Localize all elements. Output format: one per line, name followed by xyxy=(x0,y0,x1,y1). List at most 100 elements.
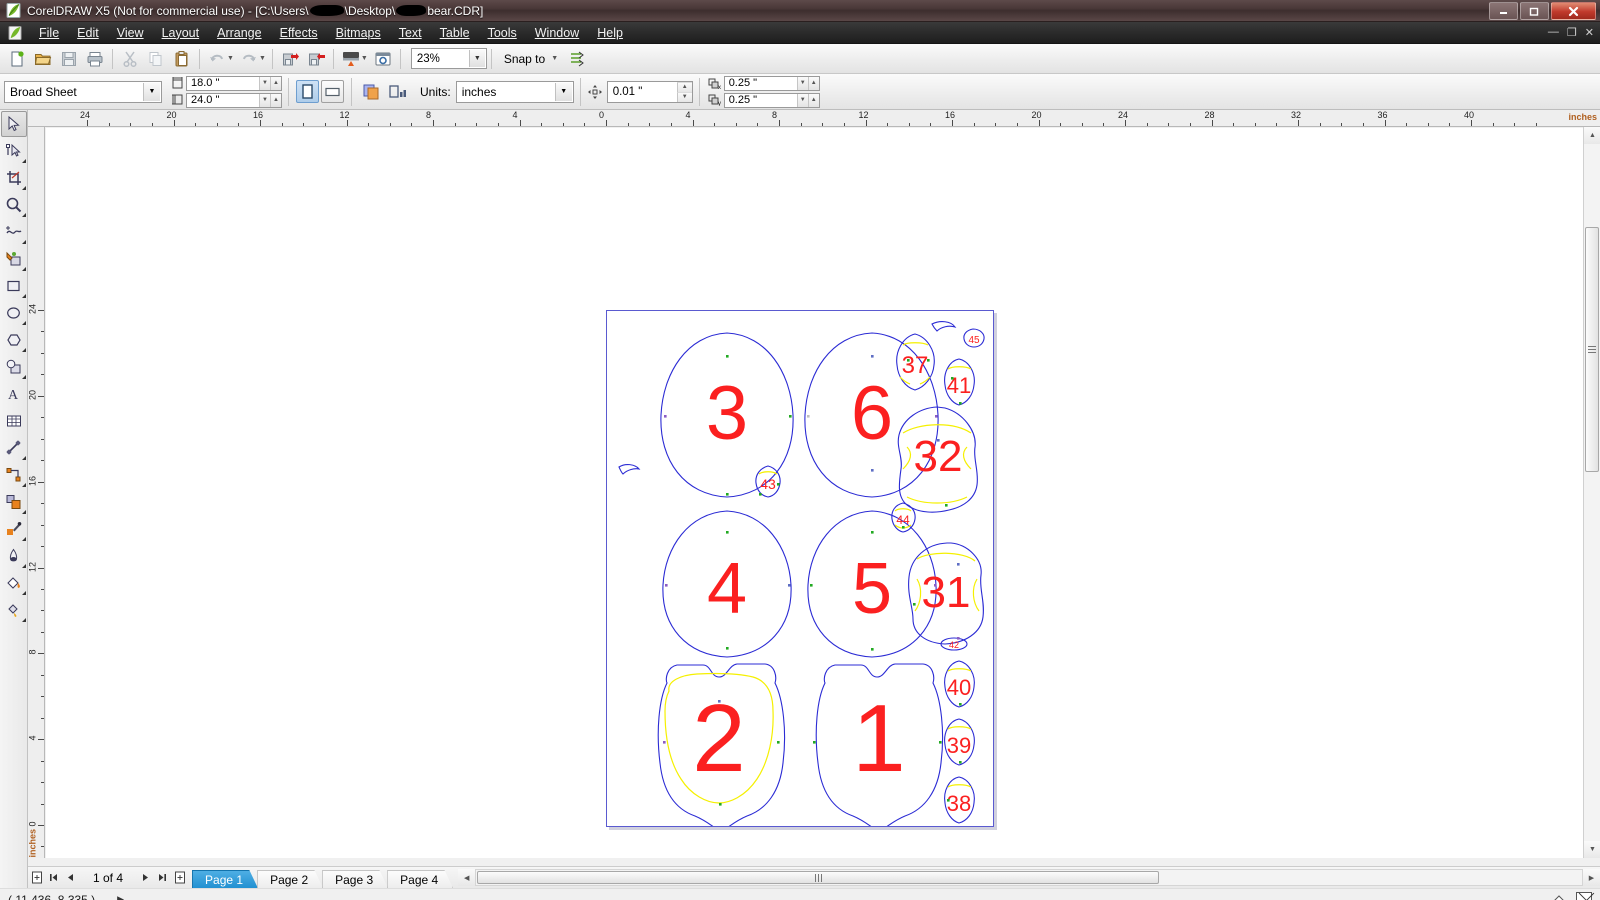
page-height-field[interactable]: 24.0 " ▼ ▲ xyxy=(186,92,282,108)
duplicate-y-spinner[interactable]: ▼ ▲ xyxy=(796,93,819,107)
scroll-down-button[interactable]: ▼ xyxy=(1584,841,1600,858)
snap-to-button[interactable]: Snap to ▼ xyxy=(500,52,564,66)
page-tab-1[interactable]: Page 1 xyxy=(192,870,258,889)
horizontal-ruler[interactable]: 24 20 16 12 8 4 0 4 8 12 16 20 24 28 32 36 40 inches xyxy=(28,110,1600,127)
zoom-tool[interactable] xyxy=(1,192,27,218)
nudge-offset-field[interactable]: 0.01 " ▲ ▼ xyxy=(606,80,693,103)
options-icon[interactable] xyxy=(565,47,589,71)
page-tab-2[interactable]: Page 2 xyxy=(257,870,323,889)
scroll-up-button[interactable]: ▲ xyxy=(1584,127,1600,144)
interactive-fill-flyout-arrow[interactable] xyxy=(22,618,26,622)
portrait-orientation-button[interactable] xyxy=(296,80,319,103)
outline-tool[interactable] xyxy=(1,543,27,569)
publish-dropdown-icon[interactable]: ▼ xyxy=(361,55,368,62)
minimize-button[interactable] xyxy=(1489,2,1518,20)
dimension-flyout-arrow[interactable] xyxy=(22,456,26,460)
zoom-dropdown-icon[interactable]: ▼ xyxy=(468,50,485,67)
restore-button[interactable] xyxy=(1520,2,1549,20)
menu-help[interactable]: Help xyxy=(588,23,632,43)
shape-tool[interactable] xyxy=(1,138,27,164)
vertical-scrollbar[interactable]: ▲ ▼ xyxy=(1583,127,1600,858)
rectangle-tool[interactable] xyxy=(1,273,27,299)
all-pages-button[interactable] xyxy=(359,80,383,104)
zoom-level-combo[interactable]: 23% ▼ xyxy=(410,48,487,69)
redo-dropdown-icon[interactable]: ▼ xyxy=(259,55,266,62)
connector-tool[interactable] xyxy=(1,462,27,488)
document-icon[interactable] xyxy=(6,25,24,41)
text-tool[interactable]: A xyxy=(1,381,27,407)
horizontal-scrollbar[interactable] xyxy=(475,869,1583,886)
menu-edit[interactable]: Edit xyxy=(68,23,108,43)
next-page-button[interactable] xyxy=(137,869,154,887)
polygon-tool[interactable] xyxy=(1,327,27,353)
open-document-icon[interactable] xyxy=(31,47,55,71)
freehand-flyout-arrow[interactable] xyxy=(22,240,26,244)
new-document-icon[interactable] xyxy=(5,47,29,71)
smart-fill-tool[interactable] xyxy=(1,246,27,272)
menu-layout[interactable]: Layout xyxy=(153,23,209,43)
units-dropdown-icon[interactable]: ▼ xyxy=(554,82,572,101)
application-launcher-icon[interactable] xyxy=(371,47,395,71)
crop-tool[interactable] xyxy=(1,165,27,191)
status-expand-arrow[interactable]: ▶ xyxy=(95,894,124,900)
cut-icon[interactable] xyxy=(118,47,142,71)
import-icon[interactable] xyxy=(278,47,302,71)
vertical-scroll-thumb[interactable] xyxy=(1585,227,1599,472)
paper-type-dropdown-icon[interactable]: ▼ xyxy=(143,82,160,101)
document-page[interactable]: 3 6 4 5 2 1 37 41 32 31 43 44 45 42 40 3… xyxy=(606,310,994,827)
scroll-right-button[interactable]: ▶ xyxy=(1583,869,1600,886)
export-icon[interactable] xyxy=(304,47,328,71)
freehand-tool[interactable] xyxy=(1,219,27,245)
interactive-fill-tool[interactable] xyxy=(1,597,27,623)
drawing-canvas[interactable]: 3 6 4 5 2 1 37 41 32 31 43 44 45 42 40 3… xyxy=(46,128,1583,858)
blend-flyout-arrow[interactable] xyxy=(22,510,26,514)
save-document-icon[interactable] xyxy=(57,47,81,71)
mdi-restore-button[interactable]: ❐ xyxy=(1567,26,1577,39)
dimension-tool[interactable] xyxy=(1,435,27,461)
undo-icon[interactable] xyxy=(205,47,229,71)
page-tab-4[interactable]: Page 4 xyxy=(387,870,453,889)
first-page-button[interactable] xyxy=(45,869,62,887)
last-page-button[interactable] xyxy=(154,869,171,887)
close-button[interactable] xyxy=(1551,2,1596,20)
connector-flyout-arrow[interactable] xyxy=(22,483,26,487)
scroll-left-button[interactable]: ◀ xyxy=(458,869,476,886)
duplicate-y-field[interactable]: 0.25 " ▼ ▲ xyxy=(723,92,820,108)
ellipse-flyout-arrow[interactable] xyxy=(22,321,26,325)
polygon-flyout-arrow[interactable] xyxy=(22,348,26,352)
shape-flyout-arrow[interactable] xyxy=(22,159,26,163)
page-height-spinner[interactable]: ▼ ▲ xyxy=(259,93,281,107)
smart-fill-flyout-arrow[interactable] xyxy=(22,267,26,271)
current-page-button[interactable] xyxy=(385,80,409,104)
basic-shapes-flyout-arrow[interactable] xyxy=(22,375,26,379)
menu-file[interactable]: File xyxy=(30,23,68,43)
mdi-close-button[interactable]: ✕ xyxy=(1585,26,1594,39)
crop-flyout-arrow[interactable] xyxy=(22,186,26,190)
table-tool[interactable] xyxy=(1,408,27,434)
horizontal-scroll-thumb[interactable] xyxy=(477,871,1160,884)
menu-table[interactable]: Table xyxy=(431,23,479,43)
landscape-orientation-button[interactable] xyxy=(321,80,344,103)
fill-color-swatch[interactable] xyxy=(1576,891,1592,900)
ellipse-tool[interactable] xyxy=(1,300,27,326)
zoom-flyout-arrow[interactable] xyxy=(22,213,26,217)
paper-type-combo[interactable]: Broad Sheet ▼ xyxy=(4,80,162,103)
nudge-offset-spinner[interactable]: ▲ ▼ xyxy=(676,81,692,102)
undo-dropdown-icon[interactable]: ▼ xyxy=(227,55,234,62)
previous-page-button[interactable] xyxy=(62,869,79,887)
duplicate-x-spinner[interactable]: ▼ ▲ xyxy=(796,76,819,90)
menu-effects[interactable]: Effects xyxy=(271,23,327,43)
menu-window[interactable]: Window xyxy=(526,23,588,43)
menu-arrange[interactable]: Arrange xyxy=(208,23,270,43)
page-width-field[interactable]: 18.0 " ▼ ▲ xyxy=(186,75,282,91)
menu-view[interactable]: View xyxy=(108,23,153,43)
rectangle-flyout-arrow[interactable] xyxy=(22,294,26,298)
pick-tool[interactable] xyxy=(1,111,27,137)
page-tab-3[interactable]: Page 3 xyxy=(322,870,388,889)
menu-tools[interactable]: Tools xyxy=(479,23,526,43)
add-page-after-button[interactable] xyxy=(171,869,188,887)
basic-shapes-tool[interactable] xyxy=(1,354,27,380)
vertical-ruler[interactable]: 24 20 16 12 8 4 0 inches xyxy=(28,127,45,858)
units-combo[interactable]: inches ▼ xyxy=(455,80,574,103)
menu-text[interactable]: Text xyxy=(390,23,431,43)
